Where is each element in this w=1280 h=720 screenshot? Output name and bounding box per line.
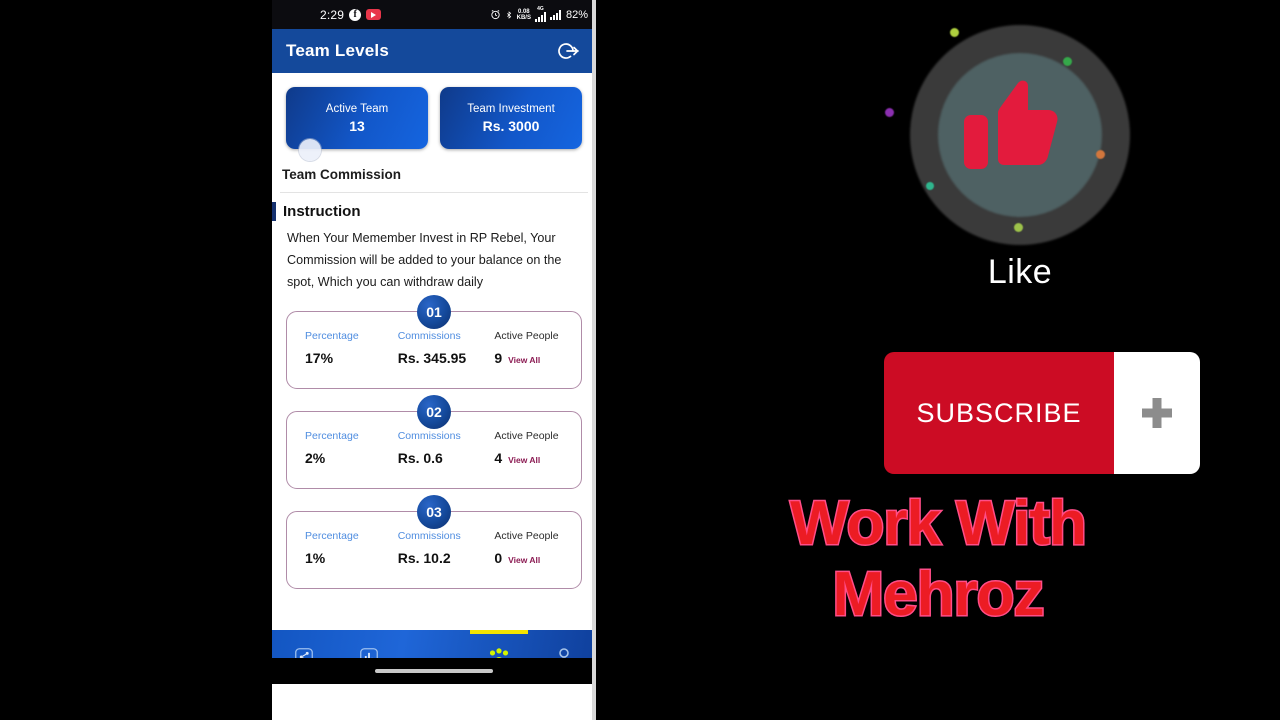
active-people-row: 0 View All	[494, 549, 577, 568]
gesture-bar[interactable]	[375, 669, 493, 673]
logout-icon[interactable]	[558, 39, 582, 63]
stat-value: 13	[349, 117, 365, 134]
active-people-label: Active People	[494, 330, 559, 343]
level-percentage-column: Percentage 17%	[291, 330, 384, 376]
gesture-navigation-zone	[272, 658, 596, 684]
commissions-label: Commissions	[397, 330, 461, 343]
stat-card-team-investment[interactable]: Team Investment Rs. 3000	[440, 87, 582, 149]
level-commission-column: Commissions Rs. 0.6	[384, 430, 481, 476]
view-all-link[interactable]: View All	[508, 455, 540, 465]
level-number-badge: 02	[417, 395, 451, 430]
stats-row: Active Team 13 Team Investment Rs. 3000	[272, 73, 596, 161]
active-people-row: 9 View All	[494, 349, 577, 368]
status-bar: 2:29 f 0.08 KB/S 4G 82%	[272, 0, 596, 29]
instruction-accent-bar	[272, 202, 276, 221]
channel-branding-text: Work With Mehroz	[596, 487, 1280, 631]
percentage-value: 17%	[305, 350, 334, 367]
level-people-column: Active People 0 View All	[480, 530, 577, 576]
confetti-dot	[1014, 223, 1023, 232]
active-people-label: Active People	[494, 530, 559, 543]
level-percentage-column: Percentage 2%	[291, 430, 384, 476]
levels-list: 01 Percentage 17% Commissions Rs. 345.95 Acti…	[272, 295, 596, 590]
commission-value: Rs. 0.6	[397, 450, 443, 467]
confetti-dot	[950, 28, 959, 37]
status-bar-left: 2:29 f	[320, 7, 382, 22]
subscribe-button[interactable]: SUBSCRIBE	[884, 352, 1200, 474]
stat-label: Team Investment	[467, 102, 555, 115]
commissions-label: Commissions	[397, 530, 461, 543]
channel-text-line-1: Work With	[789, 487, 1089, 559]
overlay-panel: Like SUBSCRIBE Work With Mehroz	[596, 0, 1280, 720]
level-card-03: 03 Percentage 1% Commissions Rs. 10.2 Active …	[286, 495, 582, 590]
data-rate-indicator: 0.08 KB/S	[517, 9, 531, 21]
percentage-label: Percentage	[305, 430, 359, 443]
view-all-link[interactable]: View All	[508, 555, 540, 565]
level-card-02: 02 Percentage 2% Commissions Rs. 0.6 Active P…	[286, 395, 582, 490]
level-people-column: Active People 9 View All	[480, 330, 577, 376]
instruction-title: Instruction	[283, 203, 361, 220]
percentage-value: 2%	[305, 450, 326, 467]
app-content: Active Team 13 Team Investment Rs. 3000 …	[272, 73, 596, 684]
subscribe-label: SUBSCRIBE	[884, 352, 1114, 474]
view-all-link[interactable]: View All	[508, 355, 540, 365]
thumbs-up-icon	[964, 80, 1058, 169]
status-time: 2:29	[320, 7, 345, 22]
commission-value: Rs. 10.2	[397, 550, 451, 567]
instruction-text: When Your Memember Invest in RP Rebel, Y…	[287, 231, 562, 290]
confetti-dot	[1096, 150, 1105, 159]
alarm-icon	[490, 9, 501, 20]
level-card-01: 01 Percentage 17% Commissions Rs. 345.95 Acti…	[286, 295, 582, 390]
level-number-badge: 01	[417, 295, 451, 330]
percentage-value: 1%	[305, 550, 326, 567]
active-people-value: 9	[494, 350, 503, 367]
percentage-label: Percentage	[305, 330, 359, 343]
phone-screen: 2:29 f 0.08 KB/S 4G 82% Team Levels Acti…	[272, 0, 596, 720]
page-title: Team Levels	[286, 41, 389, 60]
active-people-value: 0	[494, 550, 503, 567]
like-graphic: Like	[885, 25, 1130, 291]
instruction-header: Instruction	[272, 202, 596, 221]
active-people-row: 4 View All	[494, 449, 577, 468]
commission-value: Rs. 345.95	[397, 350, 467, 367]
confetti-dot	[1063, 57, 1072, 66]
percentage-label: Percentage	[305, 530, 359, 543]
like-label: Like	[987, 253, 1053, 291]
active-people-label: Active People	[494, 430, 559, 443]
level-percentage-column: Percentage 1%	[291, 530, 384, 576]
confetti-dot	[926, 182, 934, 190]
level-commission-column: Commissions Rs. 10.2	[384, 530, 481, 576]
active-tab-indicator	[469, 630, 528, 634]
data-rate-unit: KB/S	[516, 14, 531, 21]
stat-label: Active Team	[325, 102, 389, 115]
touch-ripple-indicator	[299, 139, 321, 161]
signal-icon-primary: 4G	[534, 7, 546, 22]
stat-value: Rs. 3000	[482, 117, 540, 134]
level-people-column: Active People 4 View All	[480, 430, 577, 476]
level-commission-column: Commissions Rs. 345.95	[384, 330, 481, 376]
active-people-value: 4	[494, 450, 503, 467]
channel-text-line-2: Mehroz	[831, 559, 1046, 631]
facebook-icon: f	[349, 8, 362, 21]
commissions-label: Commissions	[397, 430, 461, 443]
youtube-icon	[366, 9, 382, 20]
signal-icon-secondary	[549, 9, 561, 20]
phone-right-edge	[592, 0, 596, 720]
section-title-team-commission: Team Commission	[282, 167, 402, 182]
plus-icon	[1114, 352, 1200, 474]
bluetooth-icon	[505, 9, 513, 21]
level-number-badge: 03	[417, 495, 451, 530]
app-bar: Team Levels	[272, 29, 596, 73]
instruction-section: Instruction When Your Memember Invest in…	[272, 193, 596, 293]
status-bar-right: 0.08 KB/S 4G 82%	[490, 7, 588, 22]
battery-percentage: 82%	[565, 8, 588, 21]
confetti-dot	[885, 108, 894, 117]
